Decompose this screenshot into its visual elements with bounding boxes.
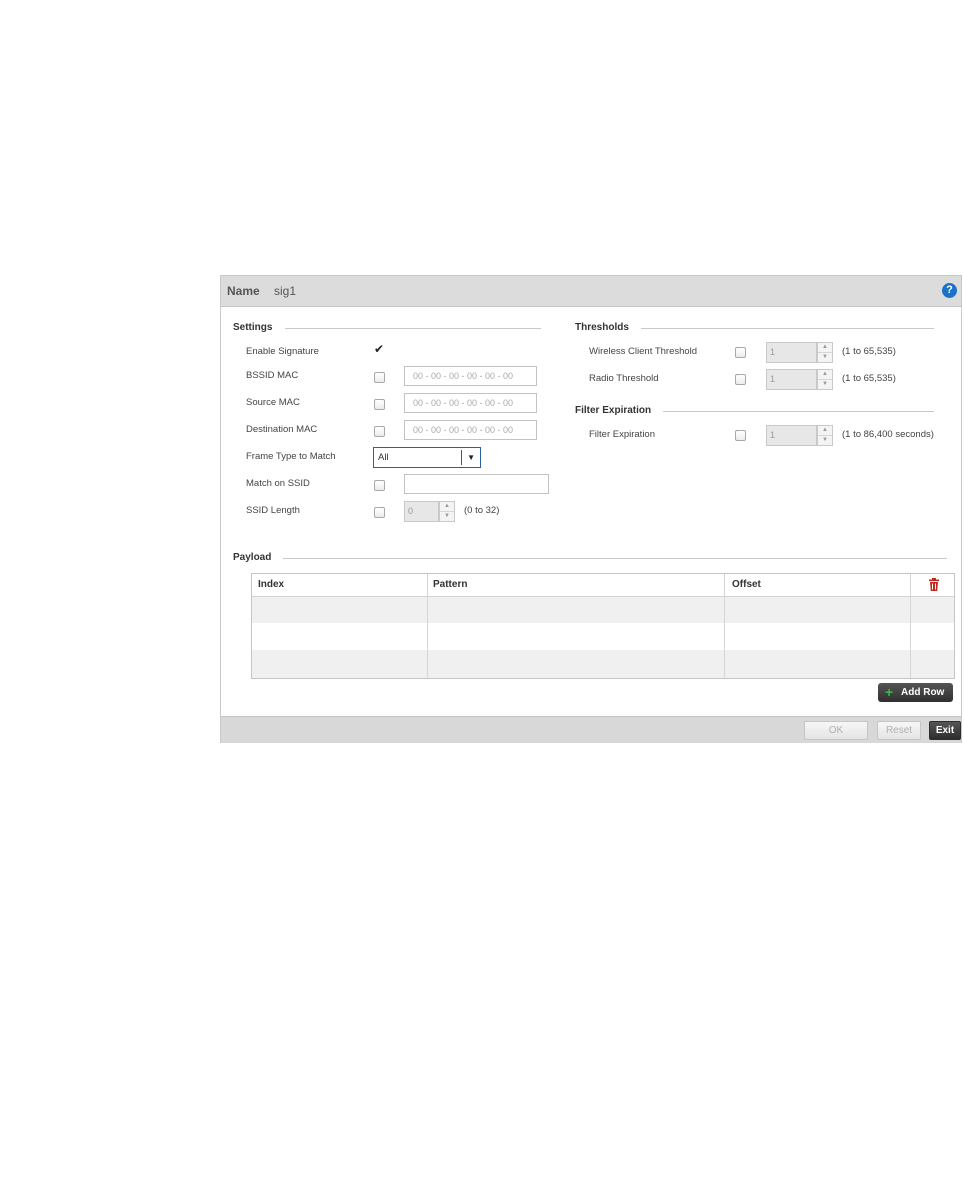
wireless-client-threshold-label: Wireless Client Threshold xyxy=(589,346,698,357)
ok-button[interactable]: OK xyxy=(804,721,868,740)
filter-expiration-range: (1 to 86,400 seconds) xyxy=(842,429,934,440)
ssid-length-range: (0 to 32) xyxy=(464,505,500,516)
filter-expiration-checkbox[interactable] xyxy=(735,430,746,441)
dialog-footer: OK Reset Exit xyxy=(221,716,961,743)
ssid-length-label: SSID Length xyxy=(246,505,300,516)
column-divider xyxy=(427,574,428,678)
select-separator xyxy=(461,450,462,465)
signature-dialog: Name sig1 ? Settings Enable Signature BS… xyxy=(220,275,962,743)
name-value: sig1 xyxy=(274,284,297,298)
frame-type-select[interactable]: All ▼ xyxy=(373,447,481,468)
spin-down-icon[interactable]: ▼ xyxy=(818,436,832,445)
column-divider xyxy=(724,574,725,678)
frame-type-value: All xyxy=(378,452,389,463)
destination-mac-checkbox[interactable] xyxy=(374,426,385,437)
spin-up-icon[interactable]: ▲ xyxy=(440,502,454,512)
spin-up-icon[interactable]: ▲ xyxy=(818,426,832,436)
filter-expiration-spinner[interactable]: 1 ▲ ▼ xyxy=(766,425,833,446)
name-label: Name xyxy=(227,284,260,298)
exit-button[interactable]: Exit xyxy=(929,721,961,740)
chevron-down-icon: ▼ xyxy=(467,453,475,462)
spinner-buttons: ▲ ▼ xyxy=(817,342,833,363)
ssid-length-spinner[interactable]: 0 ▲ ▼ xyxy=(404,501,455,522)
source-mac-input[interactable]: 00 - 00 - 00 - 00 - 00 - 00 xyxy=(404,393,537,413)
ssid-length-value[interactable]: 0 xyxy=(404,501,439,522)
filter-expiration-value[interactable]: 1 xyxy=(766,425,817,446)
ssid-length-checkbox[interactable] xyxy=(374,507,385,518)
bssid-mac-input[interactable]: 00 - 00 - 00 - 00 - 00 - 00 xyxy=(404,366,537,386)
enable-signature-checkbox[interactable] xyxy=(374,342,385,356)
reset-button[interactable]: Reset xyxy=(877,721,921,740)
column-header-offset[interactable]: Offset xyxy=(732,579,761,590)
thresholds-divider xyxy=(641,328,934,329)
add-row-label: Add Row xyxy=(901,687,945,698)
spin-down-icon[interactable]: ▼ xyxy=(440,512,454,521)
bssid-mac-checkbox[interactable] xyxy=(374,372,385,383)
destination-mac-input[interactable]: 00 - 00 - 00 - 00 - 00 - 00 xyxy=(404,420,537,440)
table-row[interactable] xyxy=(252,650,954,678)
filter-expiration-section-title: Filter Expiration xyxy=(575,405,652,416)
source-mac-checkbox[interactable] xyxy=(374,399,385,410)
settings-divider xyxy=(285,328,541,329)
bssid-mac-label: BSSID MAC xyxy=(246,370,299,381)
source-mac-label: Source MAC xyxy=(246,397,300,408)
wireless-client-threshold-checkbox[interactable] xyxy=(735,347,746,358)
trash-icon[interactable] xyxy=(928,578,940,591)
radio-threshold-checkbox[interactable] xyxy=(735,374,746,385)
plus-icon: + xyxy=(885,684,894,700)
column-header-pattern[interactable]: Pattern xyxy=(433,579,467,590)
payload-section-title: Payload xyxy=(233,552,272,563)
radio-threshold-value[interactable]: 1 xyxy=(766,369,817,390)
wireless-client-threshold-range: (1 to 65,535) xyxy=(842,346,896,357)
spinner-buttons: ▲ ▼ xyxy=(439,501,455,522)
enable-signature-label: Enable Signature xyxy=(246,346,319,357)
spinner-buttons: ▲ ▼ xyxy=(817,425,833,446)
radio-threshold-spinner[interactable]: 1 ▲ ▼ xyxy=(766,369,833,390)
spin-down-icon[interactable]: ▼ xyxy=(818,353,832,362)
table-row[interactable] xyxy=(252,623,954,650)
spin-down-icon[interactable]: ▼ xyxy=(818,380,832,389)
match-on-ssid-label: Match on SSID xyxy=(246,478,310,489)
payload-table: Index Pattern Offset xyxy=(251,573,955,679)
spinner-buttons: ▲ ▼ xyxy=(817,369,833,390)
help-icon[interactable]: ? xyxy=(942,283,957,298)
wireless-client-threshold-value[interactable]: 1 xyxy=(766,342,817,363)
column-divider xyxy=(910,574,911,678)
settings-section-title: Settings xyxy=(233,322,273,333)
table-row[interactable] xyxy=(252,596,954,623)
payload-divider xyxy=(283,558,947,559)
filter-expiration-divider xyxy=(663,411,934,412)
wireless-client-threshold-spinner[interactable]: 1 ▲ ▼ xyxy=(766,342,833,363)
column-header-index[interactable]: Index xyxy=(258,579,284,590)
destination-mac-label: Destination MAC xyxy=(246,424,318,435)
filter-expiration-label: Filter Expiration xyxy=(589,429,655,440)
spin-up-icon[interactable]: ▲ xyxy=(818,343,832,353)
dialog-titlebar: Name sig1 ? xyxy=(221,276,961,307)
table-header: Index Pattern Offset xyxy=(252,574,954,597)
match-on-ssid-checkbox[interactable] xyxy=(374,480,385,491)
radio-threshold-range: (1 to 65,535) xyxy=(842,373,896,384)
ssid-input[interactable] xyxy=(404,474,549,494)
thresholds-section-title: Thresholds xyxy=(575,322,629,333)
radio-threshold-label: Radio Threshold xyxy=(589,373,659,384)
spin-up-icon[interactable]: ▲ xyxy=(818,370,832,380)
add-row-button[interactable]: + Add Row xyxy=(878,683,953,702)
frame-type-label: Frame Type to Match xyxy=(246,451,336,462)
